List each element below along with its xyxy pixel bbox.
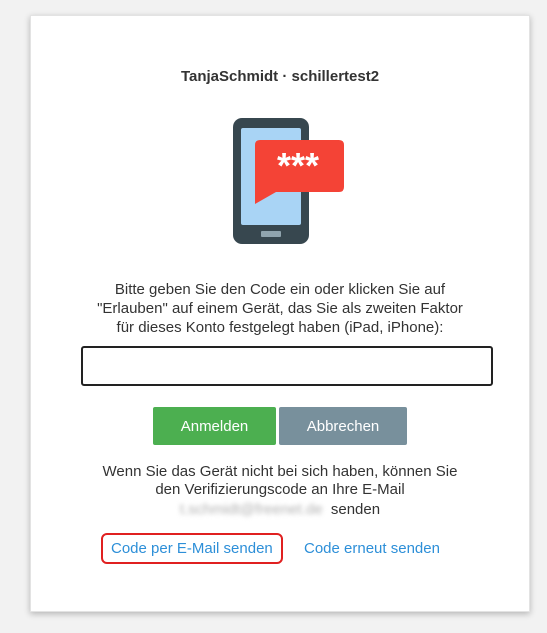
instructions-text: Bitte geben Sie den Code ein oder klicke…	[97, 281, 463, 336]
phone-sms-code-icon: ***	[231, 116, 351, 246]
account-title: TanjaSchmidt · schillertest2	[180, 68, 380, 85]
login-button[interactable]: Anmelden	[153, 407, 276, 445]
email-line-suffix: senden	[330, 501, 381, 518]
two-factor-card: TanjaSchmidt · schillertest2 *** Bitte g…	[30, 15, 530, 612]
cancel-button[interactable]: Abbrechen	[279, 407, 407, 445]
phone-home-button	[261, 231, 281, 237]
fallback-text: Wenn Sie das Gerät nicht bei sich haben,…	[102, 463, 458, 498]
phone-sms-illustration: ***	[233, 118, 344, 244]
verification-code-input[interactable]	[81, 346, 493, 386]
resend-code-link[interactable]: Code erneut senden	[304, 540, 440, 557]
send-code-by-email-link[interactable]: Code per E-Mail senden	[101, 533, 283, 564]
email-line: t.schmidt@freenet.de senden	[31, 501, 529, 518]
masked-email: t.schmidt@freenet.de	[179, 501, 323, 518]
sms-bubble-text: ***	[277, 145, 319, 186]
